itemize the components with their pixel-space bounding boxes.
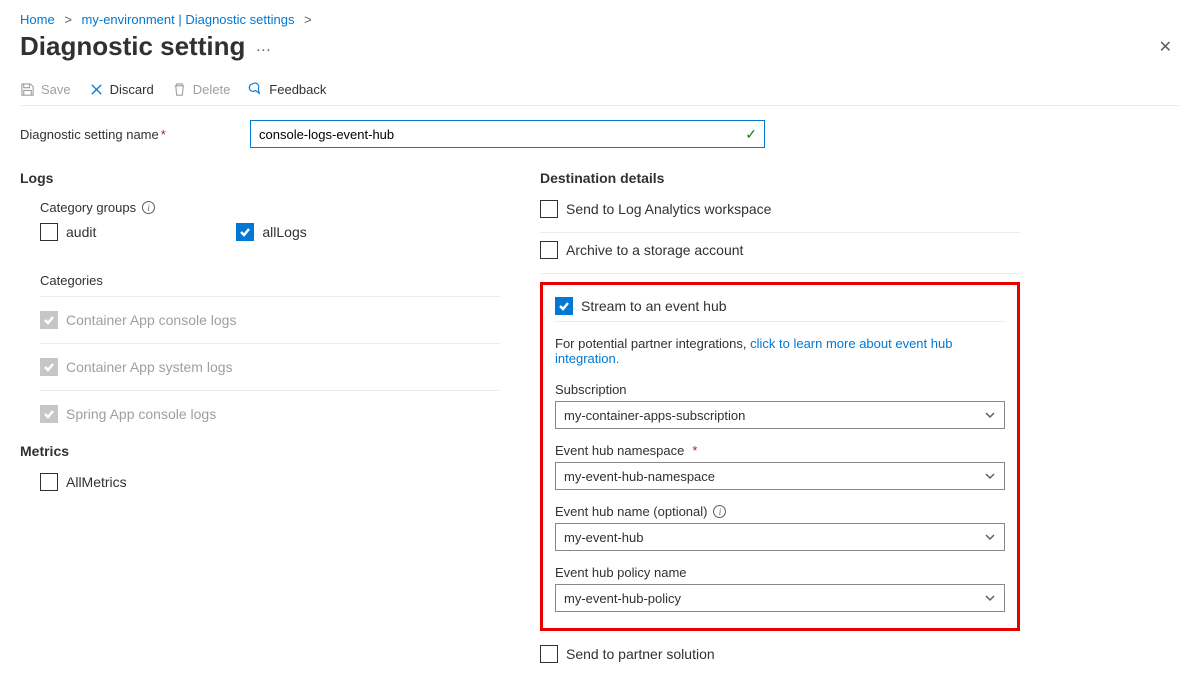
chevron-down-icon — [984, 592, 996, 607]
chevron-down-icon — [984, 531, 996, 546]
alllogs-label: allLogs — [262, 224, 306, 240]
info-icon[interactable]: i — [713, 505, 726, 518]
subscription-dropdown[interactable]: my-container-apps-subscription — [555, 401, 1005, 429]
setting-name-label: Diagnostic setting name* — [20, 127, 250, 142]
ns-dropdown[interactable]: my-event-hub-namespace — [555, 462, 1005, 490]
chevron-down-icon — [984, 409, 996, 424]
cat-console-logs-checkbox — [40, 311, 58, 329]
categories-label: Categories — [40, 273, 500, 288]
cat-system-logs-label: Container App system logs — [66, 359, 233, 375]
chevron-right-icon: > — [64, 12, 72, 27]
save-button[interactable]: Save — [20, 82, 71, 97]
discard-button[interactable]: Discard — [89, 82, 154, 97]
ns-label: Event hub namespace — [555, 443, 684, 458]
setting-name-input[interactable] — [250, 120, 765, 148]
allmetrics-label: AllMetrics — [66, 474, 127, 490]
chevron-down-icon — [984, 470, 996, 485]
breadcrumb-env[interactable]: my-environment | Diagnostic settings — [82, 12, 295, 27]
ehname-dropdown[interactable]: my-event-hub — [555, 523, 1005, 551]
subscription-label: Subscription — [555, 382, 1005, 397]
cat-console-logs-label: Container App console logs — [66, 312, 236, 328]
discard-icon — [89, 82, 104, 97]
policy-dropdown[interactable]: my-event-hub-policy — [555, 584, 1005, 612]
close-icon[interactable]: ✕ — [1151, 33, 1180, 61]
storage-label: Archive to a storage account — [566, 242, 743, 258]
partner-label: Send to partner solution — [566, 646, 715, 662]
eventhub-checkbox[interactable] — [555, 297, 573, 315]
eventhub-highlight: Stream to an event hub For potential par… — [540, 282, 1020, 631]
audit-checkbox[interactable] — [40, 223, 58, 241]
toolbar: Save Discard Delete Feedback — [20, 82, 1180, 106]
page-title: Diagnostic setting … — [20, 31, 271, 62]
breadcrumb: Home > my-environment | Diagnostic setti… — [20, 12, 1180, 27]
valid-check-icon: ✓ — [745, 126, 757, 143]
cat-spring-logs-checkbox — [40, 405, 58, 423]
eventhub-label: Stream to an event hub — [581, 298, 727, 314]
policy-label: Event hub policy name — [555, 565, 1005, 580]
allmetrics-checkbox[interactable] — [40, 473, 58, 491]
delete-button[interactable]: Delete — [172, 82, 231, 97]
storage-checkbox[interactable] — [540, 241, 558, 259]
feedback-button[interactable]: Feedback — [248, 82, 326, 97]
law-checkbox[interactable] — [540, 200, 558, 218]
category-groups-label: Category groups — [40, 200, 136, 215]
logs-title: Logs — [20, 170, 500, 186]
cat-system-logs-checkbox — [40, 358, 58, 376]
chevron-right-icon: > — [304, 12, 312, 27]
info-icon[interactable]: i — [142, 201, 155, 214]
law-label: Send to Log Analytics workspace — [566, 201, 771, 217]
more-icon[interactable]: … — [255, 38, 271, 56]
audit-label: audit — [66, 224, 96, 240]
breadcrumb-home[interactable]: Home — [20, 12, 55, 27]
metrics-title: Metrics — [20, 443, 500, 459]
dest-title: Destination details — [540, 170, 1020, 186]
cat-spring-logs-label: Spring App console logs — [66, 406, 216, 422]
feedback-icon — [248, 82, 263, 97]
ehname-label: Event hub name (optional) — [555, 504, 707, 519]
save-icon — [20, 82, 35, 97]
partner-info: For potential partner integrations, clic… — [555, 336, 1005, 366]
delete-icon — [172, 82, 187, 97]
alllogs-checkbox[interactable] — [236, 223, 254, 241]
partner-checkbox[interactable] — [540, 645, 558, 663]
